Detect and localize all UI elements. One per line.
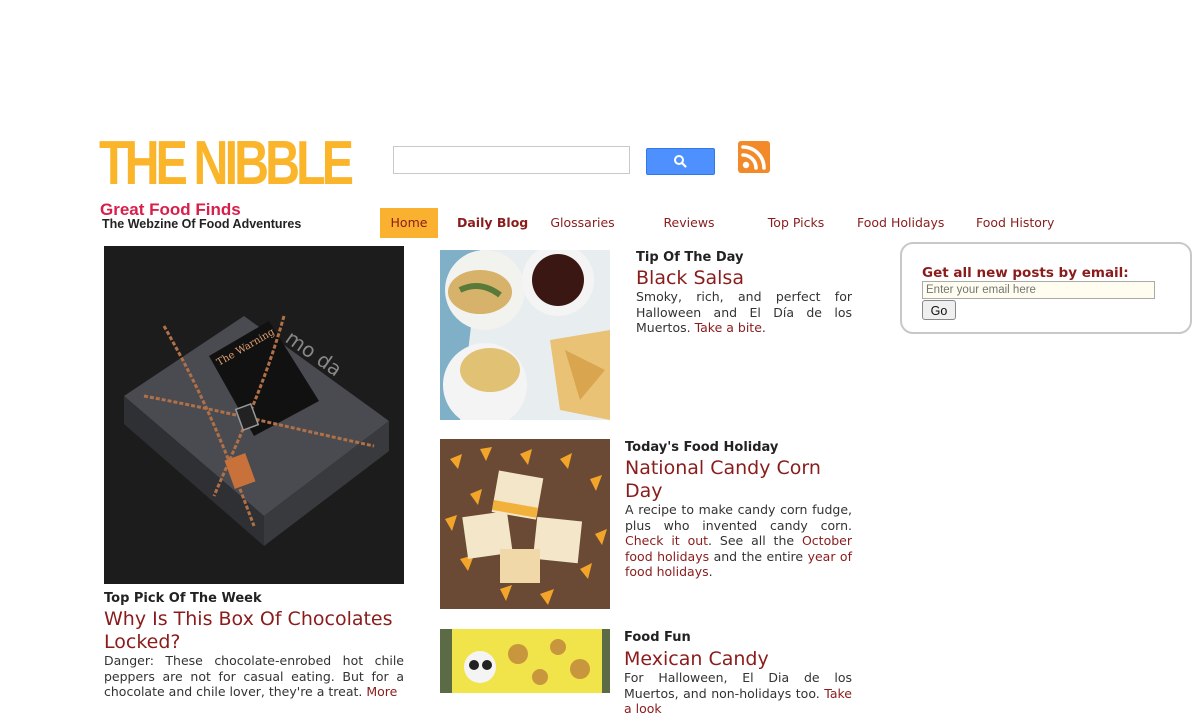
article-1-body: Smoky, rich, and perfect for Halloween a… [636, 289, 852, 336]
chocolate-box-illustration: mo da The Warning [104, 246, 404, 584]
nav-top-picks[interactable]: Top Picks [766, 208, 826, 238]
article-2-mid1: . See all the [708, 533, 795, 548]
search-icon [674, 155, 687, 168]
article-3-headline[interactable]: Mexican Candy [624, 648, 852, 671]
nav-food-holidays[interactable]: Food Holidays [857, 208, 944, 238]
nav-daily-blog[interactable]: Daily Blog [457, 208, 528, 238]
article-1-kicker: Tip Of The Day [636, 250, 744, 265]
article-1-link[interactable]: Take a bite [695, 320, 762, 335]
search-button[interactable] [646, 148, 715, 175]
mexican-candy-illustration [440, 629, 610, 693]
black-salsa-image[interactable] [440, 250, 610, 420]
salsa-illustration [440, 250, 610, 420]
article-2-kicker: Today's Food Holiday [625, 440, 779, 455]
featured-kicker: Top Pick Of The Week [104, 591, 262, 606]
candy-corn-image[interactable] [440, 439, 610, 609]
article-3-body: For Halloween, El Dia de los Muertos, an… [624, 670, 852, 717]
chocolate-box-image[interactable]: mo da The Warning [104, 246, 404, 584]
go-button[interactable]: Go [922, 300, 956, 320]
nav-glossaries[interactable]: Glossaries [550, 208, 615, 238]
candy-corn-illustration [440, 439, 610, 609]
rss-icon [741, 145, 766, 170]
email-input[interactable] [922, 281, 1155, 299]
article-1-headline[interactable]: Black Salsa [636, 267, 852, 290]
article-2-headline[interactable]: National Candy Corn Day [625, 457, 852, 503]
nav-reviews[interactable]: Reviews [663, 208, 715, 238]
article-3-kicker: Food Fun [624, 630, 691, 645]
featured-more-link[interactable]: More [366, 684, 397, 699]
subscribe-label: Get all new posts by email: [922, 265, 1129, 281]
article-2-end: . [708, 564, 713, 579]
featured-body-text: Danger: These chocolate-enrobed hot chil… [104, 653, 404, 699]
logo-subtitle: The Webzine Of Food Adventures [102, 217, 302, 231]
article-3-body-text: For Halloween, El Dia de los Muertos, an… [624, 670, 852, 701]
logo-title[interactable]: THE NIBBLE [99, 128, 354, 200]
article-2-body-start: A recipe to make candy corn fudge, plus … [625, 502, 852, 533]
nav-home[interactable]: Home [380, 208, 438, 238]
featured-headline[interactable]: Why Is This Box Of Chocolates Locked? [104, 608, 404, 654]
mexican-candy-image[interactable] [440, 629, 610, 693]
article-2-check-link[interactable]: Check it out [625, 533, 708, 548]
article-2-body: A recipe to make candy corn fudge, plus … [625, 502, 852, 580]
article-1-end: . [761, 320, 766, 335]
search-input[interactable] [393, 146, 630, 174]
rss-feed-button[interactable] [738, 141, 770, 173]
article-2-mid2: and the entire [713, 548, 804, 564]
nav-food-history[interactable]: Food History [976, 208, 1054, 238]
